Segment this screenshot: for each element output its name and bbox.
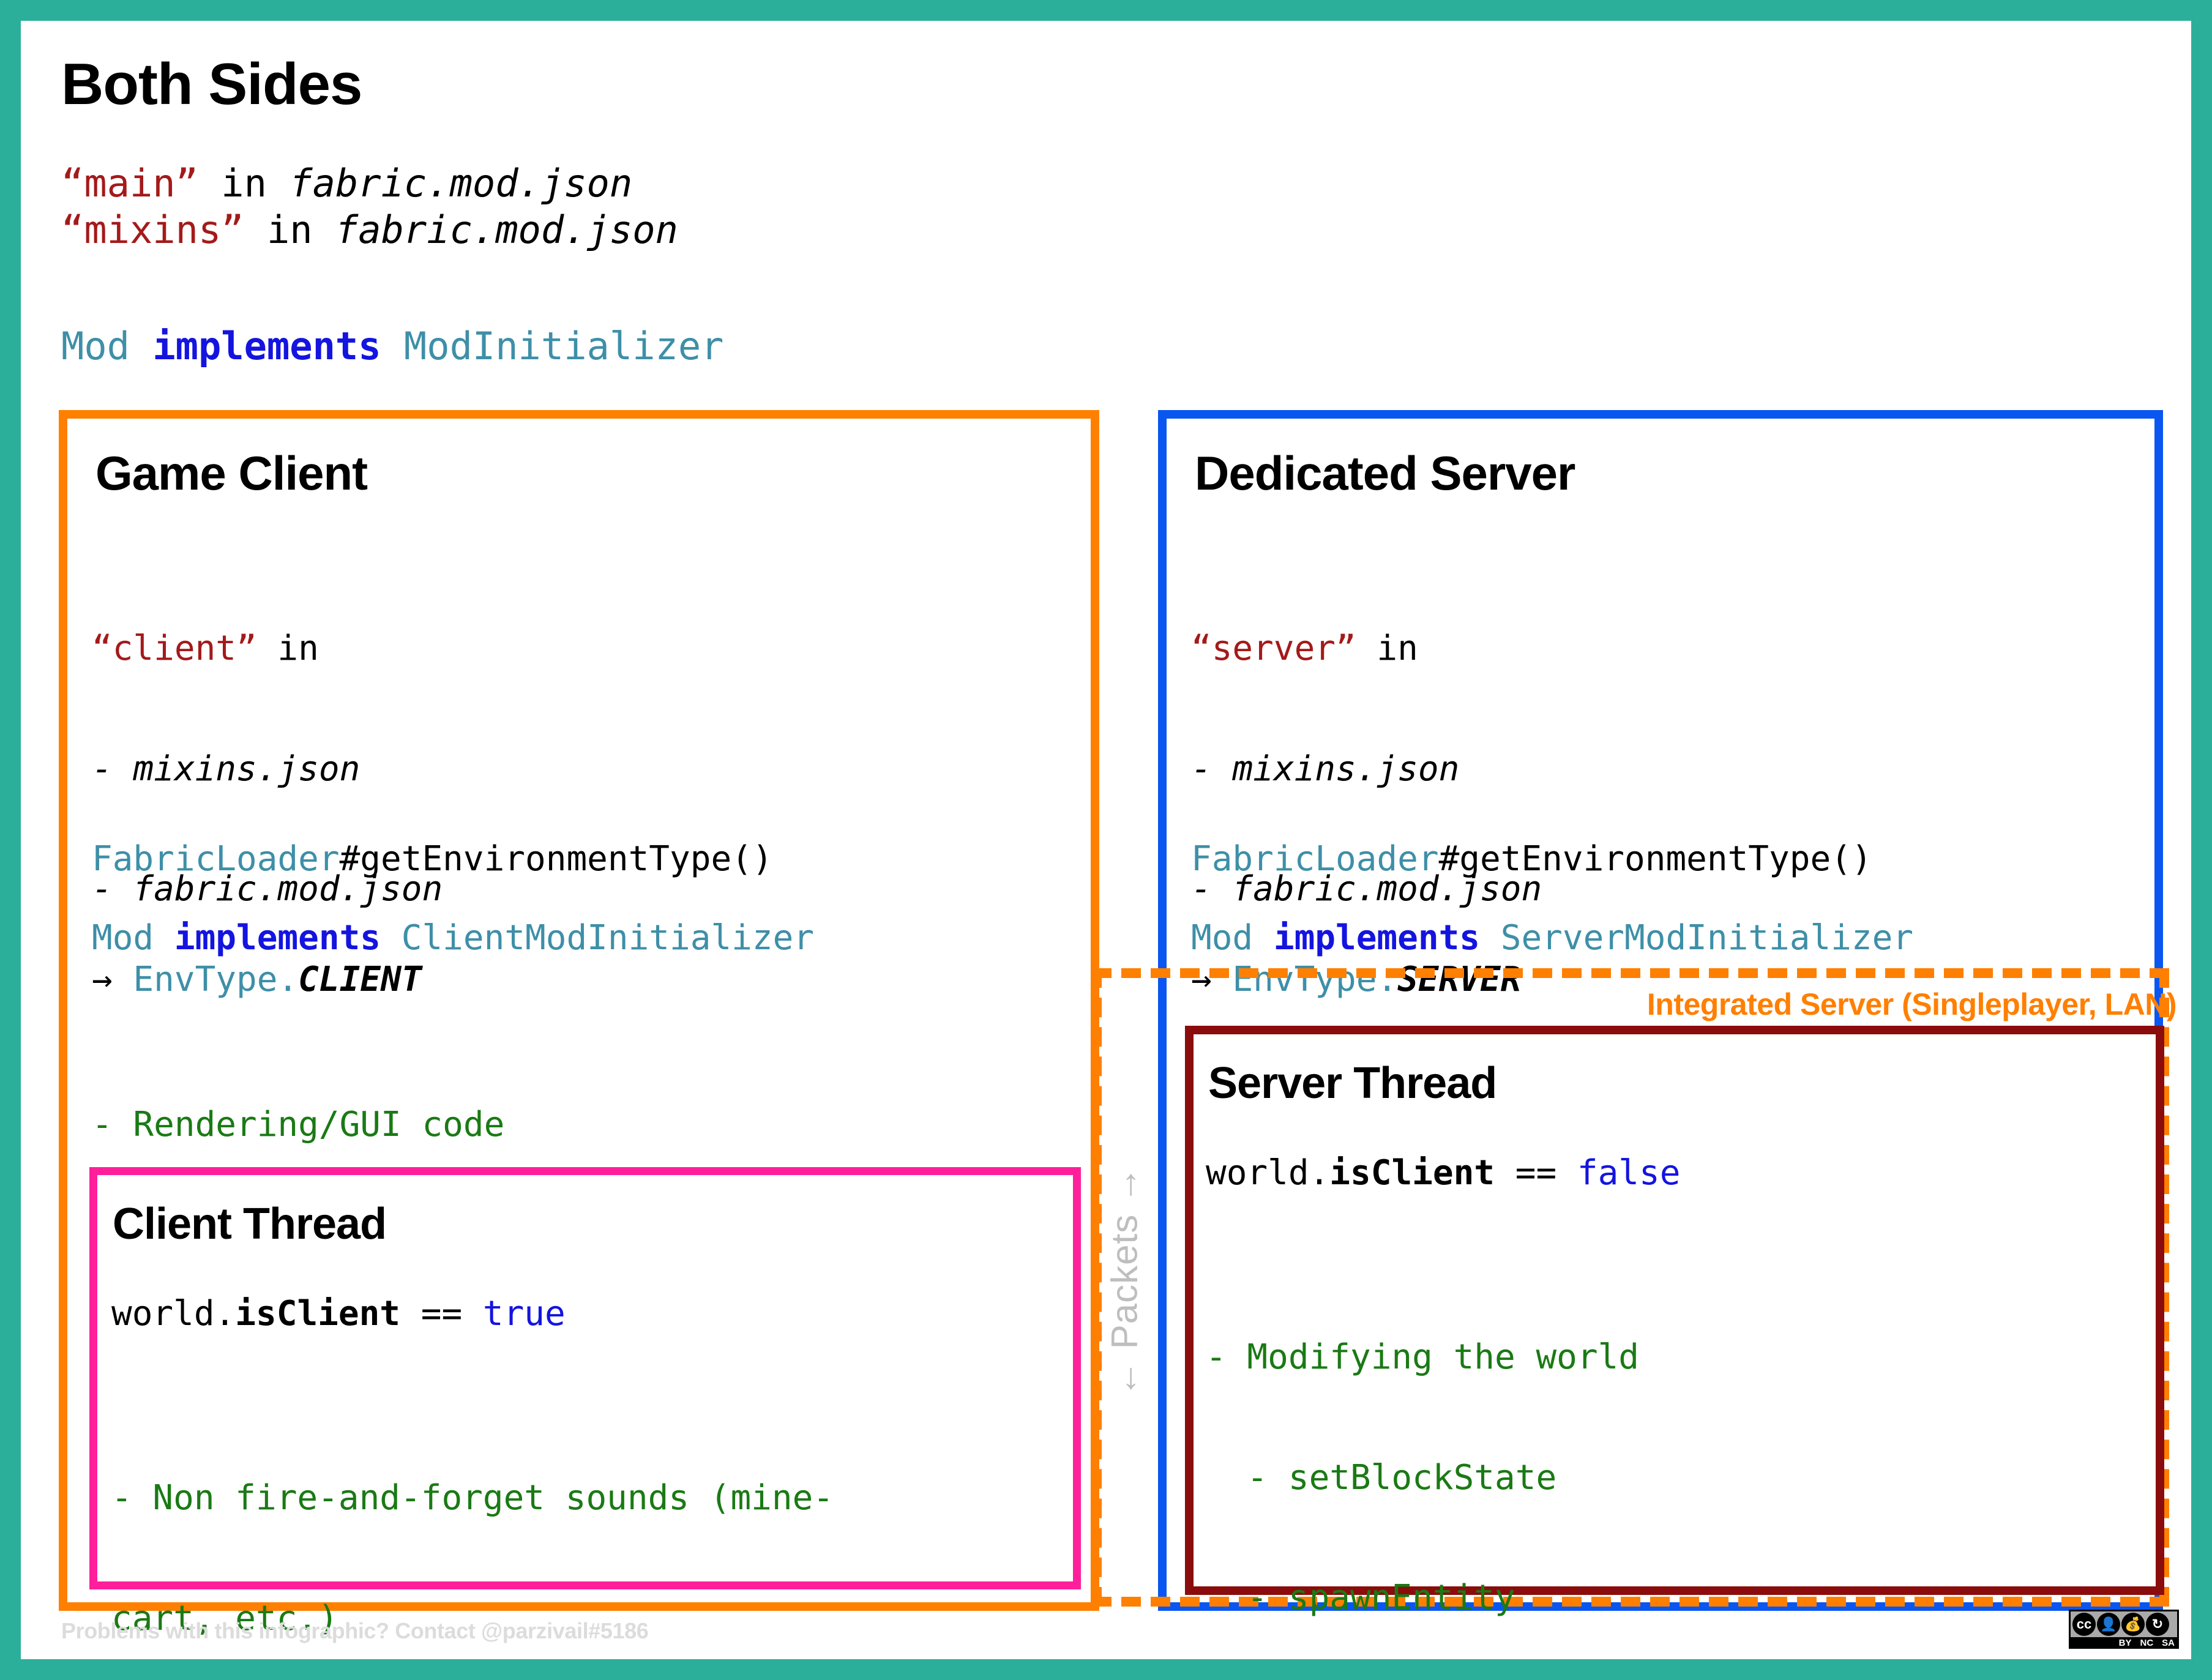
cc-sa-label: SA: [2162, 1638, 2175, 1648]
server-entry-line: “server” in: [1191, 629, 1542, 669]
server-world-text: world.: [1206, 1153, 1329, 1193]
client-fabricloader-text: FabricLoader: [92, 839, 340, 879]
cc-sa-sharealike-icon: ↻: [2146, 1613, 2169, 1636]
infographic-page: Both Sides “main” in fabric.mod.json “mi…: [0, 0, 2212, 1680]
main-entry-line: “main” in fabric.mod.json: [61, 160, 678, 207]
server-modiface-line: Mod implements ServerModInitializer: [1191, 918, 1913, 958]
client-implements-keyword-text: implements: [174, 918, 381, 958]
page-title: Both Sides: [61, 55, 362, 114]
mixins-in-text: in: [244, 207, 335, 252]
server-getenvtype-text: #getEnvironmentType(): [1439, 839, 1872, 879]
integrated-server-label: Integrated Server (Singleplayer, LAN): [1647, 987, 2177, 1022]
server-bullet-modifying-world: - Modifying the world: [1206, 1337, 1866, 1378]
modinitializer-type-text: ModInitializer: [381, 324, 724, 368]
packets-label-text: ← Packets →: [1104, 1166, 1146, 1397]
server-implements-keyword-text: implements: [1274, 918, 1480, 958]
server-envtype-text: EnvType.: [1232, 960, 1397, 999]
client-equals-operator-text: ==: [400, 1294, 483, 1334]
server-thread-condition-line: world.isClient == false: [1206, 1153, 1680, 1193]
server-bullet-spawnentity: - spawnEntity: [1206, 1578, 1866, 1618]
page-inner: Both Sides “main” in fabric.mod.json “mi…: [21, 21, 2191, 1659]
server-envtype-value: SERVER: [1397, 960, 1521, 999]
servermodinitializer-type-text: ServerModInitializer: [1480, 918, 1913, 958]
client-envtype-line: → EnvType.CLIENT: [92, 960, 773, 1000]
server-fabricloader-text: FabricLoader: [1191, 839, 1439, 879]
client-thread-condition-line: world.isClient == true: [111, 1294, 566, 1334]
server-bullet-setblockstate: - setBlockState: [1206, 1458, 1866, 1498]
cc-badge-labels-row: BY NC SA: [2071, 1637, 2177, 1649]
implements-keyword-text: implements: [152, 324, 381, 368]
client-isclient-field-text: isClient: [235, 1294, 400, 1334]
server-loader-line: FabricLoader#getEnvironmentType(): [1191, 839, 1872, 879]
client-thread-title: Client Thread: [113, 1202, 386, 1246]
footer-contact-note: Problems with this infographic? Contact …: [61, 1618, 648, 1644]
main-in-text: in: [198, 161, 290, 206]
client-loader-line: FabricLoader#getEnvironmentType(): [92, 839, 773, 879]
client-key-text: “client”: [92, 629, 257, 668]
client-mod-keyword-text: Mod: [92, 918, 174, 958]
cc-logo-icon: cc: [2072, 1613, 2096, 1636]
cc-by-label: BY: [2119, 1638, 2132, 1648]
dedicated-server-title: Dedicated Server: [1195, 449, 1575, 497]
game-client-title: Game Client: [95, 449, 367, 497]
client-modiface-line: Mod implements ClientModInitializer: [92, 918, 814, 958]
client-envtype-value: CLIENT: [298, 960, 422, 999]
server-in-text: in: [1356, 629, 1418, 668]
server-equals-operator-text: ==: [1495, 1153, 1577, 1193]
server-thread-title: Server Thread: [1208, 1061, 1496, 1105]
both-sides-code-block: “main” in fabric.mod.json “mixins” in fa…: [61, 160, 678, 253]
client-envtype-text: EnvType.: [133, 960, 298, 999]
cc-badge-icons-row: cc 👤 💰 ↻: [2071, 1611, 2177, 1637]
mod-keyword-text: Mod: [61, 324, 152, 368]
mixins-key-text: “mixins”: [61, 207, 244, 252]
client-in-text: in: [257, 629, 319, 668]
cc-by-person-icon: 👤: [2097, 1613, 2120, 1636]
server-thread-bullet-list: - Modifying the world - setBlockState - …: [1206, 1257, 1866, 1680]
mod-initializer-line: Mod implements ModInitializer: [61, 324, 724, 369]
main-file-text: fabric.mod.json: [290, 161, 632, 206]
client-world-text: world.: [111, 1294, 235, 1334]
server-key-text: “server”: [1191, 629, 1356, 668]
client-getenvtype-text: #getEnvironmentType(): [340, 839, 773, 879]
server-isclient-field-text: isClient: [1329, 1153, 1495, 1193]
client-thread-bullet-sounds-1: - Non fire-and-forget sounds (mine-: [111, 1478, 834, 1518]
mixins-entry-line: “mixins” in fabric.mod.json: [61, 207, 678, 253]
main-key-text: “main”: [61, 161, 198, 206]
server-mod-keyword-text: Mod: [1191, 918, 1274, 958]
packets-label: ← Packets →: [1102, 1110, 1146, 1453]
creative-commons-badge: cc 👤 💰 ↻ BY NC SA: [2069, 1610, 2179, 1649]
client-arrow-icon: →: [92, 960, 133, 999]
cc-nc-label: NC: [2140, 1638, 2153, 1648]
client-entry-line: “client” in: [92, 629, 443, 669]
mixins-file-text: fabric.mod.json: [335, 207, 678, 252]
client-bullet-rendering: - Rendering/GUI code: [92, 1105, 752, 1145]
client-true-value-text: true: [483, 1294, 566, 1334]
server-false-value-text: false: [1577, 1153, 1681, 1193]
cc-nc-nocommercial-icon: 💰: [2121, 1613, 2145, 1636]
server-arrow-icon: →: [1191, 960, 1232, 999]
clientmodinitializer-type-text: ClientModInitializer: [381, 918, 814, 958]
